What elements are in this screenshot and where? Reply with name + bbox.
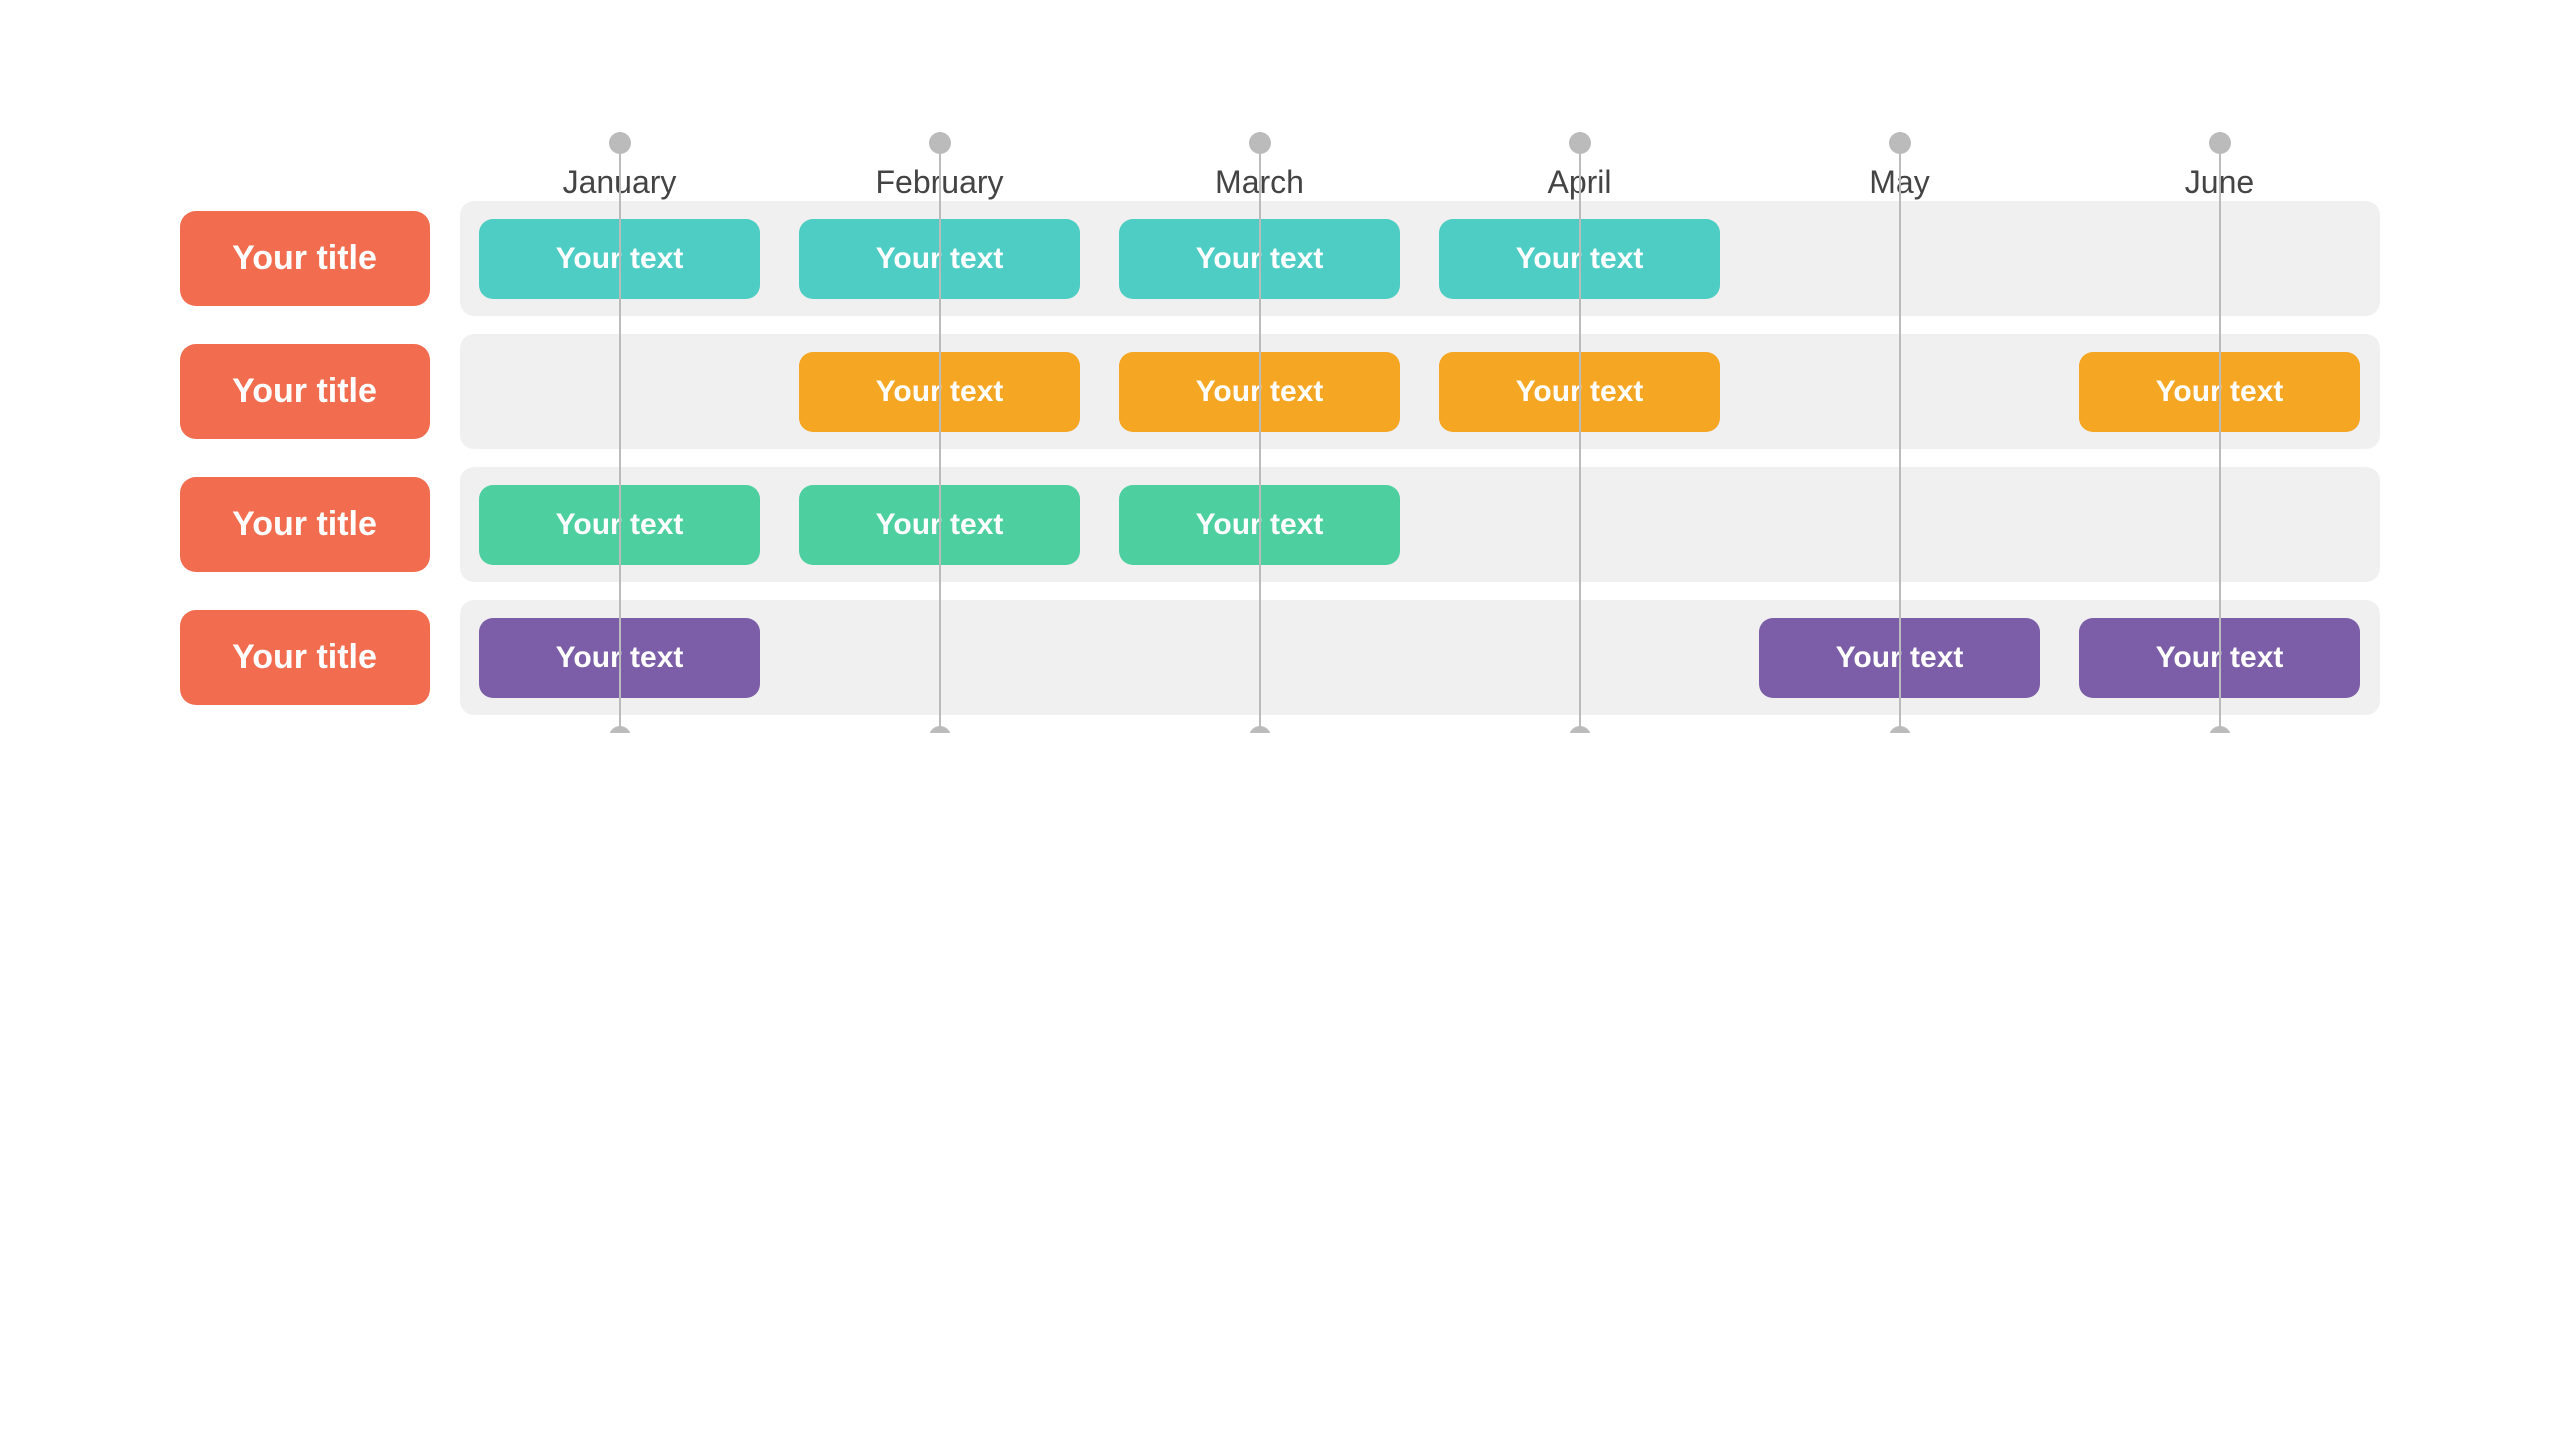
grid-area: Your titleYour textYour textYour textYou… (460, 201, 2380, 715)
cell-0-0: Your text (460, 214, 780, 304)
row-title-1[interactable]: Your title (180, 344, 430, 439)
text-badge-2-1[interactable]: Your text (799, 485, 1081, 565)
cell-0-4 (1740, 214, 2060, 304)
cell-3-0: Your text (460, 613, 780, 703)
cell-2-4 (1740, 480, 2060, 570)
cell-0-2: Your text (1100, 214, 1420, 304)
month-dot-may (1889, 132, 1911, 154)
month-dot-january (609, 132, 631, 154)
month-label-may: May (1869, 164, 1929, 201)
text-badge-0-2[interactable]: Your text (1119, 219, 1401, 299)
text-badge-3-5[interactable]: Your text (2079, 618, 2361, 698)
roadmap-row-2: Your titleYour textYour textYour text (460, 467, 2380, 582)
cell-1-0 (460, 347, 780, 437)
cell-2-5 (2060, 480, 2380, 570)
month-dot-april (1569, 132, 1591, 154)
row-bg-3: Your text Your text Your text (460, 600, 2380, 715)
roadmap-row-1: Your titleYour textYour textYour textYou… (460, 334, 2380, 449)
row-bg-1: Your text Your text Your text Your text (460, 334, 2380, 449)
text-badge-2-0[interactable]: Your text (479, 485, 761, 565)
cell-2-2: Your text (1100, 480, 1420, 570)
month-label-april: April (1547, 164, 1611, 201)
month-label-june: June (2185, 164, 2254, 201)
month-label-january: January (563, 164, 677, 201)
text-badge-3-4[interactable]: Your text (1759, 618, 2041, 698)
cell-3-1 (780, 613, 1100, 703)
row-title-3[interactable]: Your title (180, 610, 430, 705)
cell-1-5: Your text (2060, 347, 2380, 437)
cell-2-1: Your text (780, 480, 1100, 570)
cell-3-3 (1420, 613, 1740, 703)
cell-0-1: Your text (780, 214, 1100, 304)
text-badge-1-3[interactable]: Your text (1439, 352, 1721, 432)
cell-0-5 (2060, 214, 2380, 304)
text-badge-0-1[interactable]: Your text (799, 219, 1081, 299)
text-badge-1-2[interactable]: Your text (1119, 352, 1401, 432)
month-col-april: April (1420, 132, 1740, 201)
cell-1-3: Your text (1420, 347, 1740, 437)
cell-3-5: Your text (2060, 613, 2380, 703)
month-header-row: January February March April May June (460, 132, 2380, 201)
text-badge-3-0[interactable]: Your text (479, 618, 761, 698)
cell-1-1: Your text (780, 347, 1100, 437)
month-label-february: February (875, 164, 1003, 201)
month-label-march: March (1215, 164, 1304, 201)
month-dot-february (929, 132, 951, 154)
month-col-february: February (780, 132, 1100, 201)
text-badge-1-5[interactable]: Your text (2079, 352, 2361, 432)
roadmap-row-0: Your titleYour textYour textYour textYou… (460, 201, 2380, 316)
roadmap-container: January February March April May June Your ti… (180, 132, 2380, 733)
month-col-june: June (2060, 132, 2380, 201)
cell-1-2: Your text (1100, 347, 1420, 437)
cell-2-0: Your text (460, 480, 780, 570)
month-col-march: March (1100, 132, 1420, 201)
month-col-may: May (1740, 132, 2060, 201)
month-col-january: January (460, 132, 780, 201)
row-bg-0: Your text Your text Your text Your text (460, 201, 2380, 316)
row-bg-2: Your text Your text Your text (460, 467, 2380, 582)
text-badge-2-2[interactable]: Your text (1119, 485, 1401, 565)
month-dot-march (1249, 132, 1271, 154)
row-title-2[interactable]: Your title (180, 477, 430, 572)
roadmap-row-3: Your titleYour textYour textYour text (460, 600, 2380, 715)
cell-2-3 (1420, 480, 1740, 570)
cell-0-3: Your text (1420, 214, 1740, 304)
cell-3-2 (1100, 613, 1420, 703)
text-badge-0-0[interactable]: Your text (479, 219, 761, 299)
cell-1-4 (1740, 347, 2060, 437)
row-title-0[interactable]: Your title (180, 211, 430, 306)
text-badge-1-1[interactable]: Your text (799, 352, 1081, 432)
cell-3-4: Your text (1740, 613, 2060, 703)
text-badge-0-3[interactable]: Your text (1439, 219, 1721, 299)
month-dot-june (2209, 132, 2231, 154)
